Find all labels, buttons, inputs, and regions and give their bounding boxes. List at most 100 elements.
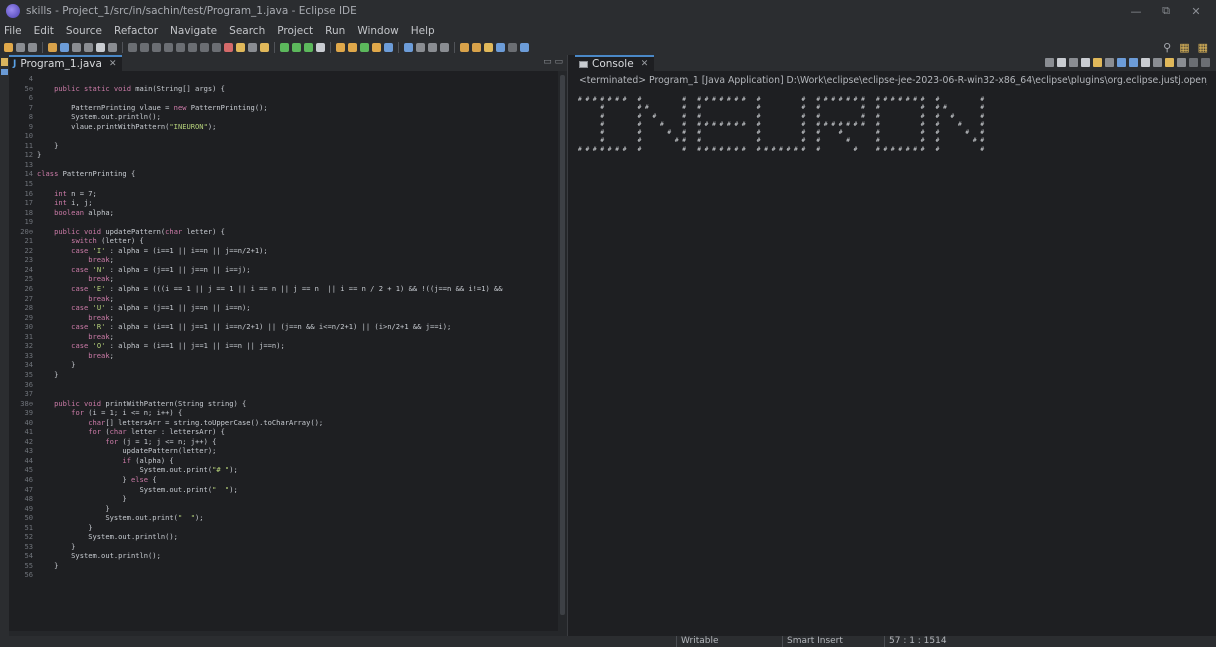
- pin-console-icon[interactable]: [1141, 58, 1150, 67]
- stop-icon[interactable]: [152, 42, 161, 52]
- disconnect-icon[interactable]: [164, 42, 173, 52]
- package-explorer-icon[interactable]: [1, 58, 8, 66]
- new-class-icon[interactable]: [360, 42, 369, 52]
- new-package-icon[interactable]: [348, 42, 357, 52]
- close-icon[interactable]: ✕: [109, 59, 117, 69]
- minimize-icon[interactable]: [1189, 58, 1198, 67]
- save-icon[interactable]: [16, 42, 25, 52]
- line-number: 11: [24, 140, 33, 150]
- open-console-icon[interactable]: [1165, 58, 1174, 67]
- java-file-icon: J: [13, 59, 17, 69]
- display-console-icon[interactable]: [1153, 58, 1162, 67]
- open-type-icon[interactable]: [372, 42, 381, 52]
- menu-source[interactable]: Source: [66, 25, 102, 37]
- toolbar-separator: [274, 41, 275, 53]
- menu-search[interactable]: Search: [229, 25, 265, 37]
- tab-console[interactable]: Console ✕: [575, 55, 655, 71]
- menu-project[interactable]: Project: [277, 25, 313, 37]
- menu-edit[interactable]: Edit: [34, 25, 54, 37]
- build-icon[interactable]: [60, 42, 69, 52]
- database-icon[interactable]: [260, 42, 269, 52]
- line-number: 30: [24, 322, 33, 332]
- show-on-error-icon[interactable]: [1129, 58, 1138, 67]
- minimize-maximize-icon[interactable]: ▭ ▭: [543, 57, 563, 67]
- java-perspective-icon[interactable]: ▦: [1198, 41, 1208, 54]
- menu-help[interactable]: Help: [411, 25, 435, 37]
- line-number: 21: [24, 236, 33, 246]
- line-number: 27: [24, 293, 33, 303]
- pencil-icon[interactable]: [48, 42, 57, 52]
- block-selection-icon[interactable]: [428, 42, 437, 52]
- menu-window[interactable]: Window: [357, 25, 398, 37]
- view-menu-icon[interactable]: [1177, 58, 1186, 67]
- remove-launch-icon[interactable]: [1057, 58, 1066, 67]
- clear-console-icon[interactable]: [1081, 58, 1090, 67]
- grid-icon[interactable]: [84, 42, 93, 52]
- toggle-mark-icon[interactable]: [416, 42, 425, 52]
- line-code: char[] lettersArr = string.toUpperCase()…: [88, 417, 324, 427]
- resume-icon[interactable]: [128, 42, 137, 52]
- step-over-icon[interactable]: [188, 42, 197, 52]
- save-all-icon[interactable]: [28, 42, 37, 52]
- show-on-output-icon[interactable]: [1117, 58, 1126, 67]
- drop-frame-icon[interactable]: [212, 42, 221, 52]
- step-into-icon[interactable]: [176, 42, 185, 52]
- line-number: 12: [24, 150, 33, 160]
- suspend-icon[interactable]: [140, 42, 149, 52]
- menu-navigate[interactable]: Navigate: [170, 25, 217, 37]
- perspective-open-icon[interactable]: ▦: [1179, 41, 1189, 54]
- line-code: }: [37, 494, 127, 504]
- scroll-lock-icon[interactable]: [1093, 58, 1102, 67]
- maximize-icon[interactable]: [1201, 58, 1210, 67]
- next-annotation-icon[interactable]: [460, 42, 469, 52]
- remove-all-icon[interactable]: [1069, 58, 1078, 67]
- console-output[interactable]: # # # # # # # # # # # # # # # # # # # # …: [578, 96, 984, 154]
- pin-editor-icon[interactable]: [520, 42, 529, 52]
- line-number: 31: [24, 331, 33, 341]
- code-line: 19: [9, 217, 568, 227]
- outline-icon[interactable]: [1, 69, 8, 75]
- line-number: 39: [24, 408, 33, 418]
- coverage-icon[interactable]: [304, 42, 313, 52]
- word-wrap-icon[interactable]: [1105, 58, 1114, 67]
- new-icon[interactable]: [4, 42, 13, 52]
- terminal-icon[interactable]: [72, 42, 81, 52]
- block-icon[interactable]: [108, 42, 117, 52]
- code-line: 47 System.out.print(" ");: [9, 485, 568, 495]
- run-icon[interactable]: [292, 42, 301, 52]
- back-icon[interactable]: [496, 42, 505, 52]
- tab-program-1-java[interactable]: J Program_1.java ✕: [9, 55, 123, 71]
- title-bar: skills - Project_1/src/in/sachin/test/Pr…: [0, 0, 1216, 22]
- annotation-icon[interactable]: [404, 42, 413, 52]
- scroll-thumb[interactable]: [560, 75, 565, 615]
- new-java-project-icon[interactable]: [336, 42, 345, 52]
- step-return-icon[interactable]: [200, 42, 209, 52]
- menu-file[interactable]: File: [4, 25, 22, 37]
- toolbar-separator: [398, 41, 399, 53]
- skip-icon[interactable]: [248, 42, 257, 52]
- menu-refactor[interactable]: Refactor: [114, 25, 158, 37]
- forward-icon[interactable]: [508, 42, 517, 52]
- console-output-line: # # # # # # # # # # # # # #: [578, 137, 985, 145]
- code-text-area[interactable]: 4 5⊖ public static void main(String[] arg…: [9, 71, 568, 636]
- close-button[interactable]: ✕: [1176, 0, 1216, 22]
- external-tools-icon[interactable]: [316, 42, 325, 52]
- debug-icon[interactable]: [280, 42, 289, 52]
- editor-tab-bar: J Program_1.java ✕ ▭ ▭: [9, 55, 567, 71]
- server-icon[interactable]: [224, 42, 233, 52]
- search-icon[interactable]: ⚲: [1163, 41, 1171, 54]
- menu-run[interactable]: Run: [325, 25, 345, 37]
- previous-annotation-icon[interactable]: [472, 42, 481, 52]
- terminate-icon[interactable]: [1045, 58, 1054, 67]
- lightning-icon[interactable]: [236, 42, 245, 52]
- last-edit-icon[interactable]: [484, 42, 493, 52]
- close-icon[interactable]: ✕: [641, 59, 649, 69]
- editor-vertical-scrollbar[interactable]: [558, 71, 567, 636]
- code-line: 28 case 'U' : alpha = (j==1 || j==n || i…: [9, 303, 568, 313]
- whitespace-icon[interactable]: [440, 42, 449, 52]
- search-toolbar-icon[interactable]: [384, 42, 393, 52]
- code-line: 45 System.out.print("# ");: [9, 465, 568, 475]
- pilcrow-icon[interactable]: [96, 42, 105, 52]
- line-code: case 'U' : alpha = (j==1 || j==n || i==n…: [71, 303, 251, 313]
